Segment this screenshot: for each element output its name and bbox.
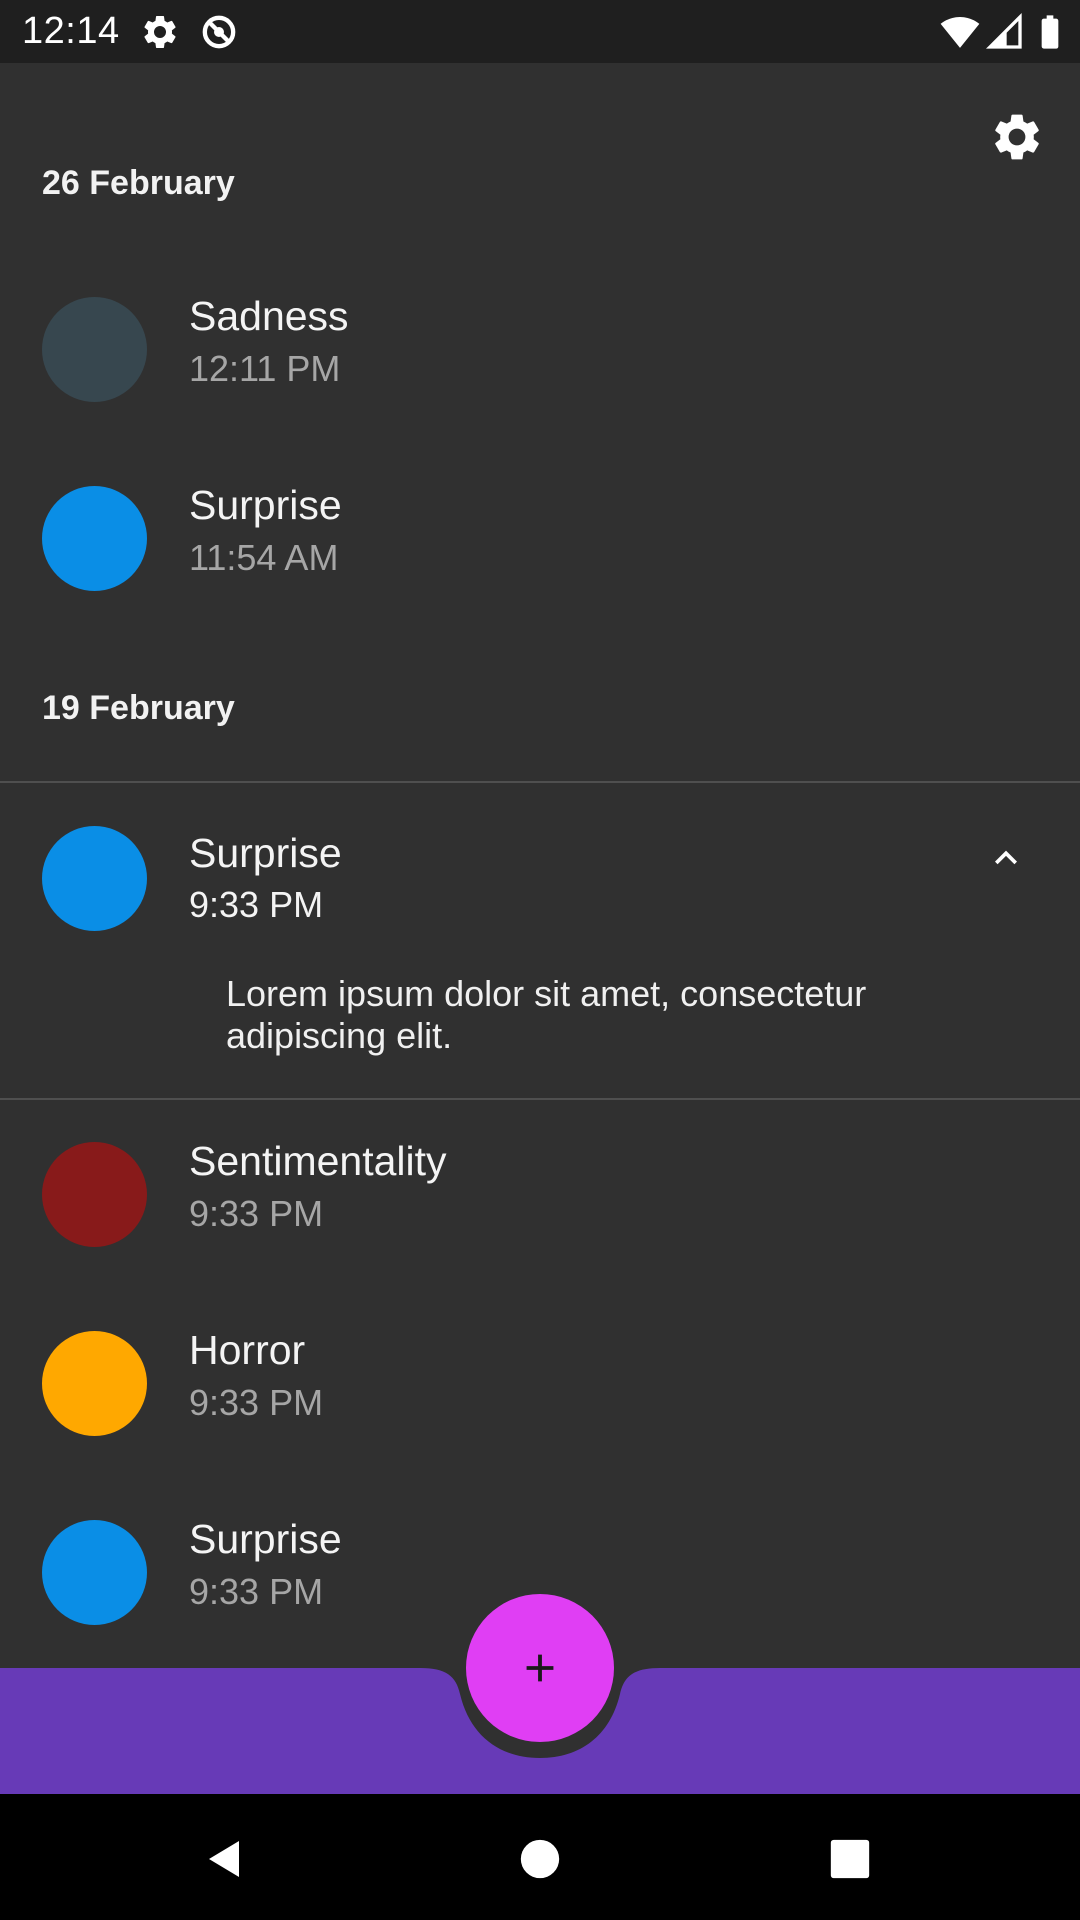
entry-row[interactable]: Sentimentality 9:33 PM [0, 1100, 1080, 1290]
recents-icon [830, 1839, 870, 1879]
expanded-entry[interactable]: Surprise 9:33 PM Lorem ipsum dolor sit a… [0, 781, 1080, 1100]
status-time: 12:14 [22, 10, 120, 52]
emotion-color-dot [42, 826, 147, 931]
system-nav-bar [0, 1794, 1080, 1920]
home-icon [520, 1839, 560, 1879]
entry-time: 9:33 PM [189, 1193, 324, 1234]
wifi-icon [940, 17, 980, 48]
home-button[interactable] [505, 1824, 575, 1894]
entry-emotion: Sentimentality [189, 1138, 447, 1184]
data-saver-icon [202, 15, 236, 49]
emotion-color-dot [42, 1331, 147, 1436]
back-icon [209, 1841, 239, 1877]
collapse-button[interactable] [976, 828, 1036, 888]
entry-emotion: Surprise [189, 482, 342, 528]
settings-gear-icon [144, 15, 176, 48]
gear-icon [995, 114, 1039, 160]
entry-emotion: Sadness [189, 293, 349, 339]
emotion-color-dot [42, 486, 147, 591]
cell-signal-icon [985, 12, 1022, 49]
back-button[interactable] [190, 1824, 260, 1894]
emotion-color-dot [42, 1142, 147, 1247]
status-bar: 12:14 [0, 0, 1080, 63]
emotion-color-dot [42, 1520, 147, 1625]
plus-icon [526, 1654, 554, 1682]
entry-time: 9:33 PM [189, 1382, 324, 1423]
entry-time: 12:11 PM [189, 348, 341, 389]
entry-emotion: Surprise [189, 1516, 342, 1562]
settings-button[interactable] [986, 106, 1048, 168]
entry-row[interactable]: Surprise 11:54 AM [0, 444, 1080, 634]
screen: 12:14 26 February Sadness 12:11 PM Surpr… [0, 0, 1080, 1920]
entry-emotion: Surprise [189, 830, 342, 876]
add-entry-button[interactable] [466, 1594, 614, 1742]
date-header: 26 February [42, 164, 235, 202]
entry-time: 9:33 PM [189, 884, 324, 925]
emotion-color-dot [42, 297, 147, 402]
battery-icon [1041, 15, 1059, 49]
entry-time: 11:54 AM [189, 537, 339, 578]
chevron-up-icon [995, 850, 1017, 865]
entry-row[interactable]: Horror 9:33 PM [0, 1289, 1080, 1479]
entry-time: 9:33 PM [189, 1571, 324, 1612]
date-header: 19 February [42, 689, 235, 727]
entry-note: Lorem ipsum dolor sit amet, consectetur … [226, 973, 867, 1056]
entry-row[interactable]: Sadness 12:11 PM [0, 255, 1080, 445]
recents-button[interactable] [815, 1824, 885, 1894]
entry-emotion: Horror [189, 1327, 306, 1373]
